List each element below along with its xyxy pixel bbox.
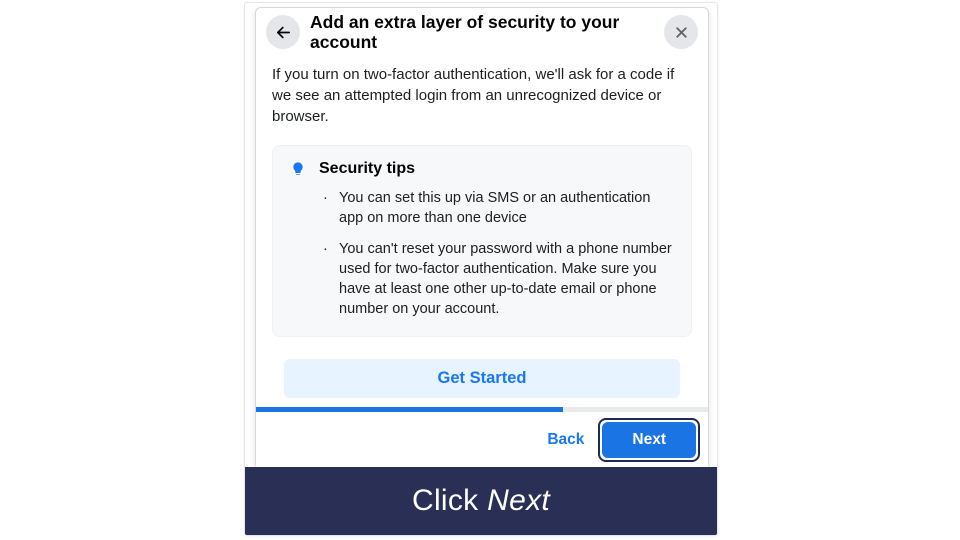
instruction-caption: Click Next (245, 467, 717, 535)
caption-prefix: Click (412, 484, 487, 517)
dialog-body: If you turn on two-factor authentication… (256, 56, 708, 451)
dialog-header: Add an extra layer of security to your a… (256, 8, 708, 56)
tips-header: Security tips (289, 160, 675, 178)
lightbulb-icon (289, 160, 307, 178)
tips-list: You can set this up via SMS or an authen… (289, 188, 675, 320)
security-dialog: Add an extra layer of security to your a… (255, 7, 709, 469)
intro-text: If you turn on two-factor authentication… (272, 64, 692, 127)
back-button[interactable]: Back (547, 431, 584, 449)
tips-heading: Security tips (319, 160, 415, 178)
back-icon-button[interactable] (266, 15, 300, 49)
close-icon (673, 24, 690, 41)
get-started-button[interactable]: Get Started (284, 359, 680, 398)
next-button-highlight: Next (598, 418, 700, 462)
dialog-footer: Back Next (256, 412, 708, 468)
tip-item: You can't reset your password with a pho… (323, 239, 675, 320)
outer-card: Add an extra layer of security to your a… (244, 2, 718, 536)
close-icon-button[interactable] (664, 15, 698, 49)
stage: Add an extra layer of security to your a… (0, 0, 960, 540)
arrow-left-icon (275, 24, 292, 41)
security-tips-box: Security tips You can set this up via SM… (272, 145, 692, 337)
dialog-title: Add an extra layer of security to your a… (300, 12, 664, 52)
caption-text: Click Next (412, 484, 550, 518)
caption-emphasis: Next (487, 484, 550, 517)
next-button[interactable]: Next (602, 422, 696, 458)
tip-item: You can set this up via SMS or an authen… (323, 188, 675, 229)
